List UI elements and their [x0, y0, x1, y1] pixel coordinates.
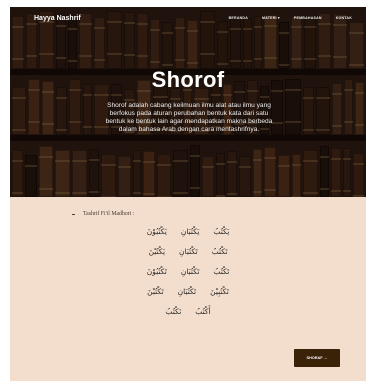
tashrif-label: Tashrif Fi'il Madhori :: [83, 211, 135, 217]
tashrif-row: تَكْتُبِيْنَ تَكْتُبَانِ تَكْتُبْنَ: [10, 281, 366, 301]
tashrif-row: يَكْتُبُ يَكْتُبَانِ يَكْتُبُوْنَ: [10, 221, 366, 241]
tashrif-word: يَكْتُبُ: [213, 226, 230, 236]
nav-link-materi[interactable]: MATERI ▾: [262, 16, 280, 20]
tashrif-word: تَكْتُبُ: [211, 246, 228, 256]
tashrif-word: تَكْتُبَانِ: [179, 246, 198, 256]
tashrif-word: تَكْتُبُ: [213, 266, 230, 276]
tashrif-word: أَكْتُبُ: [195, 306, 211, 316]
tashrif-row: تَكْتُبُ تَكْتُبَانِ تَكْتُبُوْنَ: [10, 261, 366, 281]
tashrif-word: تَكْتُبُوْنَ: [146, 266, 167, 276]
tashrif-word: تَكْتُبْنَ: [147, 286, 164, 296]
brand-logo[interactable]: Hayya Nashrif: [34, 15, 81, 22]
tashrif-word: تَكْتُبَانِ: [177, 286, 197, 296]
tashrif-word: تَكْتُبَانِ: [180, 266, 200, 276]
page: Hayya Nashrif BERANDA MATERI ▾ PEMBAHASA…: [10, 7, 366, 381]
tashrif-word: يَكْتُبْنَ: [148, 246, 166, 256]
nav-link-kontak[interactable]: KONTAK: [336, 16, 352, 20]
tashrif-word: تَكْتُبِيْنَ: [210, 286, 229, 296]
tashrif-row: تَكْتُبُ تَكْتُبَانِ يَكْتُبْنَ: [10, 241, 366, 261]
nav-menu: BERANDA MATERI ▾ PEMBAHASAN KONTAK: [229, 16, 352, 20]
tashrif-table: يَكْتُبُ يَكْتُبَانِ يَكْتُبُوْنَ تَكْتُ…: [10, 221, 366, 321]
content-section: Tashrif Fi'il Madhori : يَكْتُبُ يَكْتُب…: [10, 197, 366, 381]
nav-link-pembahasan[interactable]: PEMBAHASAN: [294, 16, 322, 20]
tashrif-word: نَكْتُبُ: [165, 306, 182, 316]
hero-section: Hayya Nashrif BERANDA MATERI ▾ PEMBAHASA…: [10, 7, 366, 197]
tashrif-row: أَكْتُبُ نَكْتُبُ: [10, 301, 366, 321]
navbar: Hayya Nashrif BERANDA MATERI ▾ PEMBAHASA…: [10, 7, 366, 29]
bullet-icon: [72, 213, 75, 215]
tashrif-heading: Tashrif Fi'il Madhori :: [72, 211, 134, 217]
tashrif-word: يَكْتُبُوْنَ: [146, 226, 167, 236]
hero-description: Shorof adalah cabang keilmuan ilmu alat …: [105, 102, 273, 133]
shoraf-button[interactable]: SHORAF →: [294, 349, 340, 367]
page-title: Shorof: [151, 67, 225, 92]
nav-link-beranda[interactable]: BERANDA: [229, 16, 248, 20]
tashrif-word: يَكْتُبَانِ: [180, 226, 200, 236]
